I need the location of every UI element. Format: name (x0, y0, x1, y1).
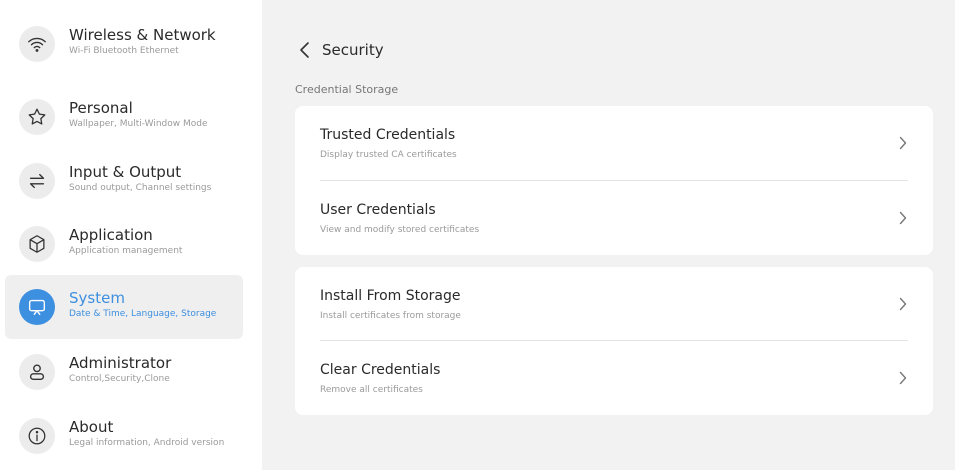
sidebar-item-label: Application (69, 226, 153, 244)
wifi-icon (19, 26, 55, 62)
settings-card: Install From Storage Install certificate… (295, 267, 933, 415)
row-subtitle: View and modify stored certificates (320, 225, 480, 235)
page-title: Security (322, 41, 384, 59)
sidebar-item-label: Personal (69, 99, 133, 117)
swap-arrows-icon (19, 163, 55, 199)
info-icon (19, 418, 55, 454)
row-subtitle: Install certificates from storage (320, 311, 461, 321)
sidebar-item-label: Input & Output (69, 163, 182, 181)
sidebar-item-label: About (69, 418, 114, 436)
sidebar-item-label: Wireless & Network (69, 26, 216, 44)
trusted-credentials-row[interactable]: Trusted Credentials Display trusted CA c… (295, 106, 933, 180)
row-subtitle: Display trusted CA certificates (320, 150, 457, 160)
row-title: Clear Credentials (320, 362, 441, 378)
main-panel: Security Credential Storage Trusted Cred… (262, 0, 955, 470)
chevron-left-icon (300, 42, 309, 58)
sidebar-item-sublabel: Application management (69, 246, 183, 256)
sidebar-item-administrator[interactable]: Administrator Control,Security,Clone (5, 340, 243, 404)
section-label: Credential Storage (295, 83, 399, 96)
chevron-right-icon (899, 297, 907, 311)
cube-icon (19, 226, 55, 262)
clear-credentials-row[interactable]: Clear Credentials Remove all certificate… (295, 341, 933, 415)
row-title: Install From Storage (320, 288, 461, 304)
sidebar-item-wireless-network[interactable]: Wireless & Network Wi-Fi Bluetooth Ether… (5, 12, 243, 76)
chevron-right-icon (899, 211, 907, 225)
sidebar-item-sublabel: Wallpaper, Multi-Window Mode (69, 119, 208, 129)
sidebar-item-about[interactable]: About Legal information, Android version (5, 404, 243, 468)
row-subtitle: Remove all certificates (320, 385, 423, 395)
sidebar-item-sublabel: Date & Time, Language, Storage (69, 309, 217, 319)
monitor-icon (19, 289, 55, 325)
sidebar-item-application[interactable]: Application Application management (5, 212, 243, 276)
sidebar-item-sublabel: Wi-Fi Bluetooth Ethernet (69, 46, 179, 56)
sidebar-item-input-output[interactable]: Input & Output Sound output, Channel set… (5, 149, 243, 213)
sidebar-item-label: Administrator (69, 354, 172, 372)
star-icon (19, 99, 55, 135)
sidebar-item-sublabel: Legal information, Android version (69, 438, 225, 448)
install-from-storage-row[interactable]: Install From Storage Install certificate… (295, 267, 933, 341)
chevron-right-icon (899, 136, 907, 150)
user-credentials-row[interactable]: User Credentials View and modify stored … (295, 181, 933, 255)
sidebar-item-personal[interactable]: Personal Wallpaper, Multi-Window Mode (5, 85, 243, 149)
row-title: Trusted Credentials (320, 127, 456, 143)
user-icon (19, 354, 55, 390)
row-title: User Credentials (320, 202, 436, 218)
sidebar-item-label: System (69, 289, 125, 307)
chevron-right-icon (899, 371, 907, 385)
sidebar-item-sublabel: Sound output, Channel settings (69, 183, 212, 193)
sidebar: Wireless & Network Wi-Fi Bluetooth Ether… (0, 0, 262, 470)
sidebar-item-sublabel: Control,Security,Clone (69, 374, 170, 384)
settings-card: Trusted Credentials Display trusted CA c… (295, 106, 933, 255)
back-button[interactable]: Security (298, 38, 384, 62)
sidebar-item-system[interactable]: System Date & Time, Language, Storage (5, 275, 243, 339)
